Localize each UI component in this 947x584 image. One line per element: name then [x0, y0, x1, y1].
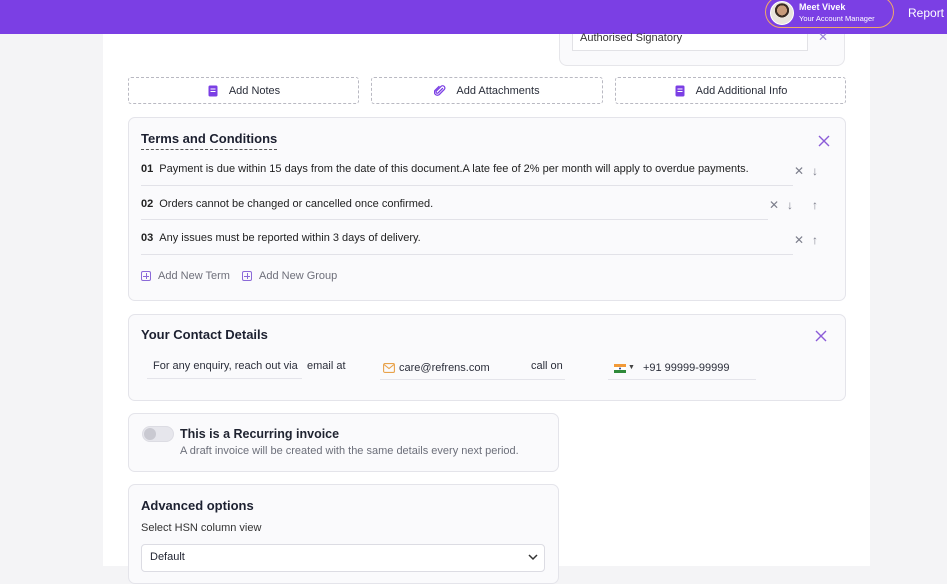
- account-manager-button[interactable]: Meet Vivek Your Account Manager: [765, 0, 894, 28]
- india-flag-icon: [614, 363, 626, 373]
- term-text: Orders cannot be changed or cancelled on…: [159, 198, 434, 210]
- manager-name: Meet Vivek: [799, 2, 846, 12]
- advanced-options-title: Advanced options: [141, 498, 254, 513]
- close-terms-icon[interactable]: [818, 135, 830, 147]
- recurring-toggle[interactable]: [142, 426, 174, 442]
- hsn-column-select[interactable]: Default: [141, 544, 545, 572]
- add-additional-info-label: Add Additional Info: [695, 84, 788, 97]
- enquiry-text-input[interactable]: For any enquiry, reach out via: [147, 357, 302, 379]
- close-contact-icon[interactable]: [815, 330, 827, 342]
- email-value: care@refrens.com: [399, 362, 490, 374]
- move-up-icon[interactable]: ↑: [812, 233, 818, 247]
- term-row-1[interactable]: 01 Payment is due within 15 days from the…: [141, 163, 749, 175]
- add-notes-label: Add Notes: [228, 84, 281, 97]
- hsn-selected-value: Default: [150, 551, 185, 563]
- add-new-term-button[interactable]: Add New Term: [141, 270, 230, 282]
- signature-label-input[interactable]: Authorised Signatory: [572, 33, 808, 51]
- plus-icon: [141, 271, 151, 281]
- remove-term-icon[interactable]: ✕: [794, 164, 804, 178]
- move-up-icon[interactable]: ↑: [812, 198, 818, 212]
- term-text: Payment is due within 15 days from the d…: [159, 163, 749, 175]
- add-new-group-button[interactable]: Add New Group: [242, 270, 337, 282]
- email-label: email at: [307, 360, 346, 372]
- recurring-description: A draft invoice will be created with the…: [180, 445, 519, 457]
- recurring-card: [128, 413, 559, 472]
- contact-title: Your Contact Details: [141, 327, 268, 342]
- report-link[interactable]: Report a: [908, 6, 947, 20]
- move-down-icon[interactable]: ↓: [787, 198, 793, 212]
- call-label: call on: [531, 357, 565, 380]
- add-additional-info-button[interactable]: Add Additional Info: [615, 77, 846, 104]
- term-number: 03: [141, 232, 154, 244]
- term-row-2[interactable]: 02 Orders cannot be changed or cancelled …: [141, 198, 433, 210]
- phone-value: +91 99999-99999: [642, 362, 730, 374]
- paperclip-icon: [434, 84, 446, 96]
- term-number: 01: [141, 163, 154, 175]
- add-new-term-label: Add New Term: [158, 270, 230, 282]
- remove-term-icon[interactable]: ✕: [794, 233, 804, 247]
- hsn-label: Select HSN column view: [141, 522, 262, 534]
- term-number: 02: [141, 198, 154, 210]
- plus-icon: [242, 271, 252, 281]
- top-bar: Meet Vivek Your Account Manager Report a: [0, 0, 947, 34]
- recurring-title: This is a Recurring invoice: [180, 427, 340, 441]
- toggle-knob: [144, 428, 156, 440]
- add-notes-button[interactable]: Add Notes: [128, 77, 359, 104]
- remove-term-icon[interactable]: ✕: [769, 198, 779, 212]
- term-row-3[interactable]: 03 Any issues must be reported within 3 d…: [141, 232, 421, 244]
- mail-icon: [383, 363, 395, 373]
- info-doc-icon: [675, 85, 685, 96]
- country-dropdown-icon[interactable]: ▼: [628, 359, 635, 377]
- chevron-down-icon: [528, 554, 538, 561]
- notes-icon: [208, 85, 218, 96]
- remove-signature-icon[interactable]: ✕: [818, 30, 828, 44]
- term-text: Any issues must be reported within 3 day…: [159, 232, 421, 244]
- add-attachments-button[interactable]: Add Attachments: [371, 77, 603, 104]
- email-field[interactable]: care@refrens.com: [380, 357, 531, 380]
- phone-field[interactable]: ▼ +91 99999-99999: [608, 357, 756, 380]
- manager-role: Your Account Manager: [799, 14, 875, 23]
- add-attachments-label: Add Attachments: [456, 84, 540, 97]
- add-new-group-label: Add New Group: [259, 270, 338, 282]
- avatar: [770, 1, 794, 25]
- terms-title: Terms and Conditions: [141, 131, 278, 150]
- move-down-icon[interactable]: ↓: [812, 164, 818, 178]
